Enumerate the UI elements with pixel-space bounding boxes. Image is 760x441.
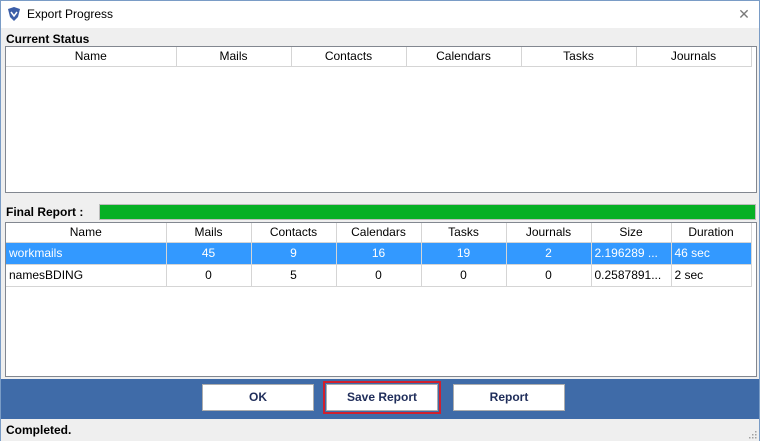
column-header-size[interactable]: Size xyxy=(591,223,672,243)
cell-journals: 0 xyxy=(506,264,592,287)
window-title: Export Progress xyxy=(27,7,114,21)
column-header-contacts[interactable]: Contacts xyxy=(251,223,337,243)
cell-size: 2.196289 ... xyxy=(591,242,672,265)
column-header-contacts[interactable]: Contacts xyxy=(291,47,407,67)
status-bar: Completed. xyxy=(1,419,759,441)
resize-grip-icon[interactable] xyxy=(747,429,757,439)
current-status-label: Current Status xyxy=(6,32,90,46)
final-report-label: Final Report : xyxy=(6,205,84,219)
content-area: Current Status Name Mails Contacts Calen… xyxy=(1,28,759,379)
cell-duration: 2 sec xyxy=(671,264,752,287)
column-header-name[interactable]: Name xyxy=(6,223,167,243)
cell-calendars: 16 xyxy=(336,242,422,265)
column-header-name[interactable]: Name xyxy=(6,47,177,67)
current-status-table: Name Mails Contacts Calendars Tasks Jour… xyxy=(6,47,752,67)
column-header-duration[interactable]: Duration xyxy=(671,223,752,243)
button-bar: OK Save Report Report xyxy=(1,379,759,419)
column-header-calendars[interactable]: Calendars xyxy=(406,47,522,67)
table-row[interactable]: workmails 45 9 16 19 2 2.196289 ... 46 s… xyxy=(6,242,752,265)
cell-duration: 46 sec xyxy=(671,242,752,265)
column-header-mails[interactable]: Mails xyxy=(176,47,292,67)
final-report-header-row: Name Mails Contacts Calendars Tasks Jour… xyxy=(6,223,752,243)
cell-contacts: 5 xyxy=(251,264,337,287)
cell-mails: 45 xyxy=(166,242,252,265)
export-progress-bar xyxy=(99,204,756,220)
cell-mails: 0 xyxy=(166,264,252,287)
cell-tasks: 19 xyxy=(421,242,507,265)
table-row[interactable]: namesBDING 0 5 0 0 0 0.2587891... 2 sec xyxy=(6,264,752,287)
app-shield-icon xyxy=(8,7,20,21)
cell-name: workmails xyxy=(6,242,167,265)
current-status-header-row: Name Mails Contacts Calendars Tasks Jour… xyxy=(6,47,752,67)
final-report-grid[interactable]: Name Mails Contacts Calendars Tasks Jour… xyxy=(5,222,757,377)
export-progress-window: Export Progress ✕ Current Status Name Ma… xyxy=(0,0,760,441)
cell-calendars: 0 xyxy=(336,264,422,287)
report-button[interactable]: Report xyxy=(453,384,565,411)
cell-tasks: 0 xyxy=(421,264,507,287)
column-header-tasks[interactable]: Tasks xyxy=(521,47,637,67)
final-report-table: Name Mails Contacts Calendars Tasks Jour… xyxy=(6,223,752,287)
ok-button[interactable]: OK xyxy=(202,384,314,411)
current-status-grid[interactable]: Name Mails Contacts Calendars Tasks Jour… xyxy=(5,46,757,193)
cell-size: 0.2587891... xyxy=(591,264,672,287)
export-progress-fill xyxy=(100,205,755,219)
column-header-calendars[interactable]: Calendars xyxy=(336,223,422,243)
cell-name: namesBDING xyxy=(6,264,167,287)
title-bar: Export Progress ✕ xyxy=(1,1,759,28)
cell-contacts: 9 xyxy=(251,242,337,265)
column-header-journals[interactable]: Journals xyxy=(506,223,592,243)
save-report-button[interactable]: Save Report xyxy=(323,381,441,414)
column-header-journals[interactable]: Journals xyxy=(636,47,752,67)
cell-journals: 2 xyxy=(506,242,592,265)
column-header-tasks[interactable]: Tasks xyxy=(421,223,507,243)
close-icon[interactable]: ✕ xyxy=(735,5,753,23)
column-header-mails[interactable]: Mails xyxy=(166,223,252,243)
status-text: Completed. xyxy=(6,423,72,437)
